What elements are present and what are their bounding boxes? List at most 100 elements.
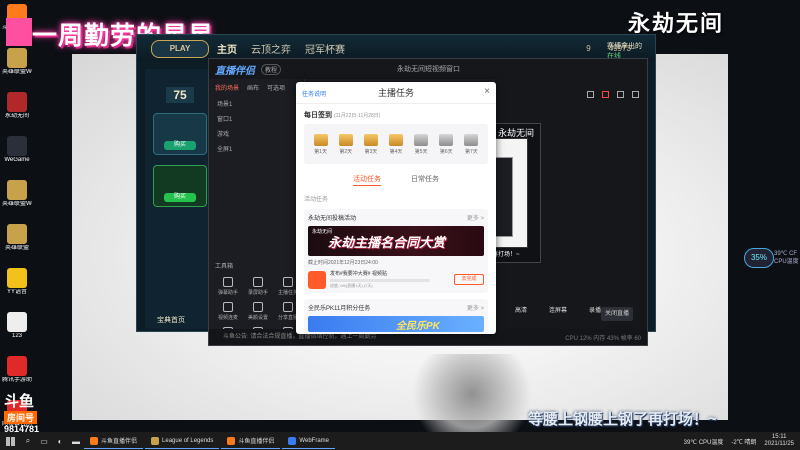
tab-my-scenes[interactable]: 我的场景 bbox=[215, 83, 239, 92]
folder-icon[interactable]: ▬ bbox=[68, 433, 84, 449]
chest-day-label: 第7天 bbox=[465, 148, 478, 155]
toolbox-item[interactable]: 视频连麦 bbox=[213, 302, 243, 321]
desktop-icon[interactable]: 永劫无间 bbox=[2, 92, 32, 136]
start-button[interactable] bbox=[0, 432, 20, 450]
clock-date: 2021/11/25 bbox=[764, 441, 794, 447]
tab-daily-tasks[interactable]: 日常任务 bbox=[411, 174, 439, 186]
daily-chest[interactable]: 第3天 bbox=[363, 133, 378, 155]
lol-nav-tft[interactable]: 云顶之弈 bbox=[251, 41, 291, 56]
desktop-icon[interactable]: 英雄联盟WeGame版 bbox=[2, 180, 32, 224]
douyu-brand: 斗鱼 bbox=[4, 393, 35, 410]
app-icon bbox=[7, 136, 27, 156]
scene-item[interactable]: 场景1 bbox=[209, 96, 304, 111]
lol-nav: 主页 云顶之弈 冠军杯赛 bbox=[217, 41, 345, 56]
toolbox-item[interactable]: 弹幕助手 bbox=[213, 277, 243, 296]
overlay-accent-bar bbox=[6, 18, 32, 46]
desktop-icon[interactable]: 123 bbox=[2, 312, 32, 356]
assistant-logo: 直播伴侣 bbox=[215, 65, 255, 77]
task-item: 发布#我要冲大赛# 视频贴 进度: 0/6(直播1天) (7天) 去完成 bbox=[308, 270, 484, 289]
daily-chest[interactable]: 第7天 bbox=[464, 133, 479, 155]
lol-play-button[interactable]: PLAY bbox=[151, 40, 209, 58]
taskbar-clock[interactable]: 15:11 2021/11/25 bbox=[764, 434, 794, 448]
daily-chest[interactable]: 第5天 bbox=[414, 133, 429, 155]
daily-checkin-range: (11月22日-11月28日) bbox=[333, 113, 381, 119]
assistant-tutorial-pill[interactable]: 教程 bbox=[261, 63, 282, 75]
douyu-room-logo: 斗鱼 房间号 9814781 bbox=[4, 390, 39, 432]
scene-item[interactable]: 全屏1 bbox=[209, 141, 304, 156]
daily-chest[interactable]: 第6天 bbox=[439, 133, 454, 155]
tab-canvas[interactable]: 画布 bbox=[247, 83, 259, 92]
screen-control[interactable]: 连屏幕 bbox=[549, 305, 567, 314]
lol-nav-home[interactable]: 主页 bbox=[217, 41, 237, 56]
assistant-sidebar: 我的场景 画布 可选项 场景1 窗口1 游戏 全屏1 工具箱 弹幕助手 录屏助手 主播任务… bbox=[209, 79, 305, 345]
task-go-button[interactable]: 去完成 bbox=[454, 274, 484, 285]
record-icon[interactable] bbox=[602, 91, 609, 98]
daily-chest[interactable]: 第1天 bbox=[313, 133, 328, 155]
lol-buy-button-2[interactable]: 购买 bbox=[164, 193, 196, 202]
daily-chest[interactable]: 第4天 bbox=[388, 133, 403, 155]
lol-event-panel: 75 购买 购买 宝典首页 bbox=[145, 69, 215, 329]
temperature-gauge: 35% bbox=[744, 248, 774, 268]
task-view-icon[interactable]: ▭ bbox=[36, 433, 52, 449]
chest-icon bbox=[439, 133, 454, 146]
temperature-label: CPU温度 bbox=[774, 259, 799, 265]
desktop-icon[interactable]: WeGame bbox=[2, 136, 32, 180]
temperature-detail: 39℃ CF CPU温度 bbox=[774, 250, 799, 266]
toolbox-item[interactable]: 美颜设置 bbox=[243, 302, 273, 321]
tool-icon bbox=[253, 277, 263, 287]
app-icon bbox=[7, 224, 27, 244]
taskbar-app[interactable]: 斗鱼直播伴侣 bbox=[221, 433, 281, 449]
taskbar-app-label: WebFrame bbox=[299, 437, 329, 444]
task-guide-link[interactable]: 任务说明 bbox=[302, 89, 326, 98]
lol-pass-card: 购买 bbox=[153, 113, 207, 155]
lol-nav-worlds[interactable]: 冠军杯赛 bbox=[305, 41, 345, 56]
tab-activity-tasks[interactable]: 活动任务 bbox=[353, 174, 381, 186]
task-dialog-header: 任务说明 主播任务 × bbox=[296, 82, 496, 104]
taskbar-app[interactable]: WebFrame bbox=[282, 433, 335, 449]
activity-banner[interactable]: 永劫无间 永劫主播名合同大赏 bbox=[308, 226, 484, 256]
task-progress-text: 进度: 0/6(直播1天) (7天) bbox=[330, 283, 373, 288]
desktop-icon[interactable]: 英雄联盟 bbox=[2, 224, 32, 268]
lol-buy-button[interactable]: 购买 bbox=[164, 141, 196, 150]
toolbox-header: 工具箱 bbox=[215, 264, 234, 270]
tool-icon bbox=[223, 302, 233, 312]
taskbar-app[interactable]: 斗鱼直播伴侣 bbox=[84, 433, 144, 449]
app-icon bbox=[7, 356, 27, 376]
desktop: 斗鱼直播伴侣英雄联盟WeGame版永劫无间WeGame英雄联盟WeGame版英雄… bbox=[0, 0, 800, 432]
scene-list: 场景1 窗口1 游戏 全屏1 bbox=[209, 96, 304, 156]
activity-card: 永劫无间投稿活动 更多 > 永劫无间 永劫主播名合同大赏 截止时间2021年12… bbox=[304, 209, 488, 293]
pk-banner[interactable]: 全民乐PK bbox=[308, 316, 484, 332]
quality-control[interactable]: 高清 bbox=[515, 305, 527, 314]
temperature-value: 39℃ CF bbox=[774, 251, 798, 257]
taskbar-app[interactable]: League of Legends bbox=[145, 433, 220, 449]
tab-options[interactable]: 可选项 bbox=[267, 83, 285, 92]
app-icon bbox=[7, 48, 27, 68]
share-icon[interactable] bbox=[632, 91, 639, 98]
desktop-icon[interactable]: YY语音 bbox=[2, 268, 32, 312]
windows-icon bbox=[5, 436, 15, 446]
settings-icon[interactable] bbox=[617, 91, 624, 98]
activity-more-link[interactable]: 更多 > bbox=[467, 213, 484, 222]
edge-icon[interactable]: ◐ bbox=[52, 433, 68, 449]
search-icon[interactable]: ⌕ bbox=[20, 433, 36, 449]
daily-checkin-header: 每日签到 (11月22日-11月28日) bbox=[304, 110, 488, 120]
lol-pass-home[interactable]: 宝典首页 bbox=[157, 315, 185, 325]
record-control[interactable]: 录播 bbox=[589, 305, 601, 314]
activity-card-title: 永劫无间投稿活动 bbox=[308, 216, 357, 222]
pk-more-link[interactable]: 更多 > bbox=[467, 303, 484, 312]
scene-item[interactable]: 窗口1 bbox=[209, 111, 304, 126]
toolbox-item[interactable]: 录屏助手 bbox=[243, 277, 273, 296]
screenshot-icon[interactable] bbox=[587, 91, 594, 98]
desktop-icon[interactable]: 英雄联盟WeGame版 bbox=[2, 48, 32, 92]
chest-icon bbox=[414, 133, 429, 146]
close-icon[interactable]: × bbox=[484, 86, 490, 97]
scene-item[interactable]: 游戏 bbox=[209, 126, 304, 141]
task-dialog-body: 每日签到 (11月22日-11月28日) 第1天 第2天 第3天 第4天 第5天 第6天第… bbox=[296, 104, 496, 334]
stop-live-button[interactable]: 关闭直播 bbox=[601, 307, 633, 321]
tray-weather[interactable]: -2℃ 晴朗 bbox=[731, 437, 756, 446]
chest-icon bbox=[464, 133, 479, 146]
daily-chest[interactable]: 第2天 bbox=[338, 133, 353, 155]
assistant-window-title: 永劫无间短视频窗口 bbox=[397, 66, 461, 73]
wallpaper-figure bbox=[412, 354, 532, 432]
taskbar-app-label: 斗鱼直播伴侣 bbox=[238, 439, 275, 445]
